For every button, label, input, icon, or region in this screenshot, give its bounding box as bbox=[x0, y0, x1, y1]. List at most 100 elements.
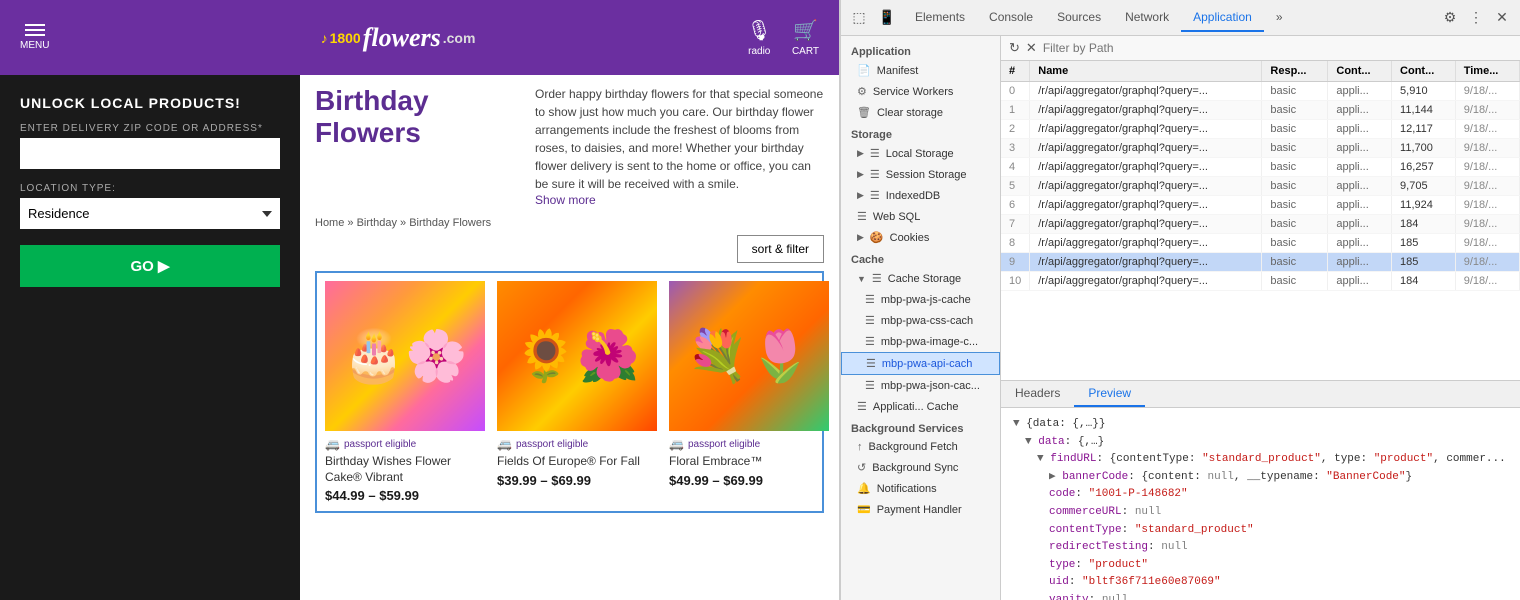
table-row[interactable]: 5 /r/api/aggregator/graphql?query=... ba… bbox=[1001, 177, 1520, 196]
location-select[interactable]: Residence bbox=[20, 198, 280, 229]
product-card[interactable]: 🎂🌸 🚐 passport eligible Birthday Wishes F… bbox=[325, 281, 485, 503]
json-line: redirectTesting: null bbox=[1049, 539, 1508, 557]
sidebar-item-cache-storage[interactable]: ▼ ☰ Cache Storage bbox=[841, 268, 1000, 289]
json-preview-content: ▼ {data: {,…}} ▼ data: {,…} ▼ findURL: {… bbox=[1001, 408, 1520, 600]
device-toolbar-button[interactable]: 📱 bbox=[875, 6, 899, 30]
network-request-table[interactable]: # Name Resp... Cont... Cont... Time... 0… bbox=[1001, 61, 1520, 380]
json-line: vanity: null bbox=[1049, 592, 1508, 600]
settings-button[interactable]: ⚙ bbox=[1438, 6, 1462, 30]
row-url: /r/api/aggregator/graphql?query=... bbox=[1030, 139, 1262, 158]
breadcrumb-home[interactable]: Home bbox=[315, 217, 344, 229]
close-devtools-button[interactable]: ✕ bbox=[1490, 6, 1514, 30]
zip-input[interactable] bbox=[20, 138, 280, 169]
sidebar-item-bg-sync-label: Background Sync bbox=[872, 462, 958, 474]
breadcrumb-current: Birthday Flowers bbox=[409, 217, 491, 229]
sidebar-item-manifest-label: Manifest bbox=[877, 65, 919, 77]
radio-button[interactable]: 🎙 radio bbox=[747, 18, 772, 57]
header-right: 🎙 radio 🛒 CART bbox=[747, 18, 819, 57]
filter-input[interactable] bbox=[1043, 41, 1512, 55]
breadcrumb-birthday[interactable]: Birthday bbox=[357, 217, 397, 229]
row-resp: basic bbox=[1262, 234, 1328, 253]
row-cont2: 12,117 bbox=[1392, 120, 1456, 139]
sidebar-item-local-storage[interactable]: ▶ ☰ Local Storage bbox=[841, 143, 1000, 164]
sidebar-title: UNLOCK LOCAL PRODUCTS! bbox=[20, 95, 280, 111]
microphone-icon: 🎙 bbox=[747, 18, 772, 43]
tab-sources[interactable]: Sources bbox=[1045, 4, 1113, 32]
service-workers-icon: ⚙ bbox=[857, 85, 867, 98]
table-row[interactable]: 8 /r/api/aggregator/graphql?query=... ba… bbox=[1001, 234, 1520, 253]
sidebar-item-service-workers[interactable]: ⚙ Service Workers bbox=[841, 81, 1000, 102]
row-resp: basic bbox=[1262, 120, 1328, 139]
tab-more[interactable]: » bbox=[1264, 4, 1295, 32]
breadcrumb: Home » Birthday » Birthday Flowers bbox=[315, 217, 824, 229]
json-line: commerceURL: null bbox=[1049, 504, 1508, 522]
devtools-sidebar: Application 📄 Manifest ⚙ Service Workers… bbox=[841, 36, 1001, 600]
cart-label: CART bbox=[792, 46, 819, 57]
table-row[interactable]: 6 /r/api/aggregator/graphql?query=... ba… bbox=[1001, 196, 1520, 215]
tab-elements[interactable]: Elements bbox=[903, 4, 977, 32]
sidebar-item-pwa-image-cache[interactable]: ☰ mbp-pwa-image-c... bbox=[841, 331, 1000, 352]
expand-arrow-cookies: ▶ bbox=[857, 232, 864, 243]
tab-network[interactable]: Network bbox=[1113, 4, 1181, 32]
sidebar-item-pwa-api-cache[interactable]: ☰ mbp-pwa-api-cach bbox=[841, 352, 1000, 375]
menu-button[interactable]: MENU bbox=[20, 24, 49, 51]
sidebar-item-notifications[interactable]: 🔔 Notifications bbox=[841, 478, 1000, 499]
go-button[interactable]: GO ▶ bbox=[20, 245, 280, 287]
row-cont2: 16,257 bbox=[1392, 158, 1456, 177]
sidebar-item-app-cache[interactable]: ☰ Applicati... Cache bbox=[841, 396, 1000, 417]
col-resp: Resp... bbox=[1262, 61, 1328, 82]
bg-fetch-icon: ↑ bbox=[857, 441, 863, 453]
sidebar-item-clear-storage-label: Clear storage bbox=[877, 107, 943, 119]
sidebar-item-bg-fetch[interactable]: ↑ Background Fetch bbox=[841, 437, 1000, 457]
tab-application[interactable]: Application bbox=[1181, 4, 1264, 32]
sidebar-item-cache-storage-label: Cache Storage bbox=[888, 273, 961, 285]
row-num: 3 bbox=[1001, 139, 1030, 158]
sidebar-item-cookies[interactable]: ▶ 🍪 Cookies bbox=[841, 227, 1000, 248]
sidebar-item-pwa-json-cache[interactable]: ☰ mbp-pwa-json-cac... bbox=[841, 375, 1000, 396]
sidebar-item-payment-handler-label: Payment Handler bbox=[877, 504, 962, 516]
table-row[interactable]: 0 /r/api/aggregator/graphql?query=... ba… bbox=[1001, 82, 1520, 101]
sidebar-item-cookies-label: Cookies bbox=[890, 232, 930, 244]
refresh-button[interactable]: ↻ bbox=[1009, 40, 1020, 56]
zip-label: ENTER DELIVERY ZIP CODE OR ADDRESS* bbox=[20, 123, 280, 134]
more-options-button[interactable]: ⋮ bbox=[1464, 6, 1488, 30]
product-card[interactable]: 🌻🌺 🚐 passport eligible Fields Of Europe®… bbox=[497, 281, 657, 503]
clear-button[interactable]: ✕ bbox=[1026, 40, 1037, 56]
cart-button[interactable]: 🛒 CART bbox=[792, 18, 819, 57]
menu-label: MENU bbox=[20, 40, 49, 51]
sidebar-item-web-sql[interactable]: ☰ Web SQL bbox=[841, 206, 1000, 227]
passport-label-2: passport eligible bbox=[516, 439, 588, 450]
sidebar-item-clear-storage[interactable]: 🗑 Clear storage bbox=[841, 102, 1000, 123]
tab-headers[interactable]: Headers bbox=[1001, 381, 1074, 407]
sidebar-item-session-storage[interactable]: ▶ ☰ Session Storage bbox=[841, 164, 1000, 185]
tab-console[interactable]: Console bbox=[977, 4, 1045, 32]
product-image-1: 🎂🌸 bbox=[325, 281, 485, 431]
notifications-icon: 🔔 bbox=[857, 482, 871, 495]
table-row[interactable]: 1 /r/api/aggregator/graphql?query=... ba… bbox=[1001, 101, 1520, 120]
tab-preview[interactable]: Preview bbox=[1074, 381, 1145, 407]
row-resp: basic bbox=[1262, 139, 1328, 158]
table-row[interactable]: 9 /r/api/aggregator/graphql?query=... ba… bbox=[1001, 253, 1520, 272]
sidebar-item-pwa-css-cache[interactable]: ☰ mbp-pwa-css-cach bbox=[841, 310, 1000, 331]
table-row[interactable]: 7 /r/api/aggregator/graphql?query=... ba… bbox=[1001, 215, 1520, 234]
inspect-element-button[interactable]: ⬚ bbox=[847, 6, 871, 30]
sort-filter-button[interactable]: sort & filter bbox=[737, 235, 824, 263]
table-row[interactable]: 4 /r/api/aggregator/graphql?query=... ba… bbox=[1001, 158, 1520, 177]
sidebar-item-indexeddb[interactable]: ▶ ☰ IndexedDB bbox=[841, 185, 1000, 206]
products-grid: 🎂🌸 🚐 passport eligible Birthday Wishes F… bbox=[315, 271, 824, 513]
json-line: uid: "bltf36f711e60e87069" bbox=[1049, 574, 1508, 592]
site-logo[interactable]: ♪ 1800 flowers .com bbox=[321, 25, 476, 51]
sidebar-item-bg-sync[interactable]: ↺ Background Sync bbox=[841, 457, 1000, 478]
show-more-link[interactable]: Show more bbox=[535, 193, 596, 207]
row-cont1: appli... bbox=[1328, 196, 1392, 215]
row-resp: basic bbox=[1262, 82, 1328, 101]
sidebar-item-manifest[interactable]: 📄 Manifest bbox=[841, 60, 1000, 81]
table-row[interactable]: 10 /r/api/aggregator/graphql?query=... b… bbox=[1001, 272, 1520, 291]
sidebar-item-pwa-js-cache[interactable]: ☰ mbp-pwa-js-cache bbox=[841, 289, 1000, 310]
row-num: 9 bbox=[1001, 253, 1030, 272]
product-card[interactable]: 💐🌷 🚐 passport eligible Floral Embrace™ $… bbox=[669, 281, 829, 503]
sidebar-item-payment-handler[interactable]: 💳 Payment Handler bbox=[841, 499, 1000, 520]
sidebar-item-web-sql-label: Web SQL bbox=[873, 211, 921, 223]
table-row[interactable]: 3 /r/api/aggregator/graphql?query=... ba… bbox=[1001, 139, 1520, 158]
table-row[interactable]: 2 /r/api/aggregator/graphql?query=... ba… bbox=[1001, 120, 1520, 139]
